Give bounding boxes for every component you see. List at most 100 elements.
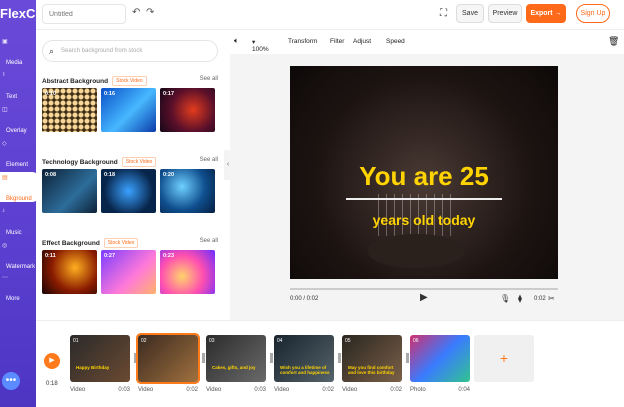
clip-meta: Video 0:02: [274, 387, 334, 393]
search-placeholder: Search background from stock: [61, 48, 143, 54]
thumb-card[interactable]: 0:16: [101, 88, 156, 132]
clip-number: 02: [141, 338, 147, 344]
save-button[interactable]: Save: [456, 4, 484, 23]
timeline-clip[interactable]: 04 Wish you a lifetime of comfort and ha…: [274, 335, 334, 382]
nav-item-media[interactable]: ▣ Media: [0, 36, 36, 66]
trash-icon[interactable]: 🗑︎: [608, 36, 619, 47]
export-button[interactable]: Export →: [526, 4, 566, 23]
transition-handle[interactable]: [270, 353, 273, 363]
nav-item-overlay[interactable]: ◫ Overlay: [0, 104, 36, 134]
mic-icon[interactable]: 🎙︎: [500, 294, 510, 303]
nav-item-watermark[interactable]: ◎ Watermark: [0, 240, 36, 270]
split-icon[interactable]: ⧫: [518, 294, 522, 303]
add-clip-button[interactable]: +: [474, 335, 534, 382]
stock-video-tag: Stock Video: [121, 157, 157, 167]
section-abstract: Abstract Background Stock Video See all …: [42, 76, 218, 132]
thumb-card[interactable]: 0:08: [42, 169, 97, 213]
video-title-line-2[interactable]: years old today: [290, 212, 558, 228]
stock-video-tag: Stock Video: [103, 238, 139, 248]
tool-transform[interactable]: Transform: [288, 38, 317, 45]
project-title-input[interactable]: [42, 4, 126, 24]
thumb-duration: 0:27: [104, 253, 116, 259]
clip-duration: 0:04: [458, 387, 470, 393]
nav-item-label: Text: [6, 94, 18, 100]
thumb-card[interactable]: 0:17: [160, 88, 215, 132]
timeline-duration: 0:18: [46, 381, 58, 387]
thumb-card[interactable]: 0:11: [42, 250, 97, 294]
transition-handle[interactable]: [134, 353, 137, 363]
clip-number: 04: [277, 338, 283, 344]
section-title: Effect Background Stock Video: [42, 238, 218, 248]
transition-handle[interactable]: [202, 353, 205, 363]
thumb-card[interactable]: 0:23: [160, 250, 215, 294]
transition-handle[interactable]: [406, 353, 409, 363]
redo-icon[interactable]: ↷: [146, 7, 154, 18]
undo-icon[interactable]: ↶: [132, 7, 140, 18]
plus-icon: +: [499, 350, 509, 366]
timeline-clip[interactable]: 01 Happy Birthday: [70, 335, 130, 382]
section-title: Technology Background Stock Video: [42, 157, 218, 167]
music-icon: ♪: [2, 208, 5, 214]
tool-filter[interactable]: Filter: [330, 38, 344, 45]
clip-caption: Cakes, gifts, and joy: [212, 365, 256, 370]
thumb-card[interactable]: 0:27: [101, 250, 156, 294]
section-title: Abstract Background Stock Video: [42, 76, 218, 86]
tool-adjust[interactable]: Adjust: [353, 38, 371, 45]
see-all-link[interactable]: See all: [200, 157, 218, 163]
nav-item-text[interactable]: T Text: [0, 70, 36, 100]
timeline-play-button[interactable]: ▶: [44, 353, 60, 369]
nav-item-label: Music: [6, 230, 22, 236]
thumb-row: 0:10 0:16 0:17: [42, 88, 215, 132]
clip-caption: Wish you a lifetime of comfort and happi…: [280, 365, 330, 375]
preview-button[interactable]: Preview: [488, 4, 522, 23]
thumb-duration: 0:20: [163, 172, 175, 178]
tool-speed[interactable]: Speed: [386, 38, 405, 45]
media-icon: ▣: [2, 39, 8, 45]
fullscreen-icon[interactable]: ⛶: [440, 8, 447, 19]
clip-caption: Happy Birthday: [76, 365, 110, 370]
video-preview[interactable]: You are 25 years old today: [290, 66, 558, 279]
video-title-line-1[interactable]: You are 25: [290, 161, 558, 192]
thumb-duration: 0:17: [163, 91, 175, 97]
section-title-text: Technology Background: [42, 158, 118, 166]
stock-video-tag: Stock Video: [112, 76, 147, 86]
scrub-bar[interactable]: [290, 288, 558, 290]
signup-button[interactable]: Sign Up: [576, 4, 610, 23]
app-logo[interactable]: FlexClip: [0, 6, 40, 21]
timeline-clip[interactable]: 03 Cakes, gifts, and joy: [206, 335, 266, 382]
thumb-duration: 0:10: [45, 91, 57, 97]
timeline-clip-selected[interactable]: 02: [136, 333, 200, 384]
nav-item-background[interactable]: ▤ Bkground: [0, 172, 40, 202]
left-nav: FlexClip ▣ Media T Text ◫ Overlay ◇ Elem…: [0, 0, 40, 407]
thumb-card[interactable]: 0:18: [101, 169, 156, 213]
search-input[interactable]: ⌕ Search background from stock: [42, 40, 218, 62]
transition-handle[interactable]: [338, 353, 341, 363]
timeline: ▶ 0:18 01 Happy Birthday Video 0:03 02 V…: [36, 320, 624, 407]
clip-duration: 0:02: [390, 387, 402, 393]
background-icon: ▤: [2, 175, 8, 181]
volume-icon[interactable]: 🔈︎: [234, 36, 239, 46]
clip-meta: Photo 0:04: [410, 387, 470, 393]
clip-type: Video: [138, 387, 154, 393]
clip-type: Video: [274, 387, 290, 393]
nav-item-more[interactable]: ⋯ More: [0, 272, 36, 302]
more-icon: ⋯: [2, 275, 8, 281]
see-all-link[interactable]: See all: [200, 238, 218, 244]
play-icon[interactable]: ▶: [420, 292, 428, 303]
overlay-icon: ◫: [2, 107, 8, 113]
edit-toolbar: 🔈︎ 100% ▾ Transform Filter Adjust Speed …: [230, 30, 624, 54]
timeline-clip[interactable]: 05 May you find comfort and love this bi…: [342, 335, 402, 382]
nav-item-label: Element: [6, 162, 29, 168]
thumb-card[interactable]: 0:10: [42, 88, 97, 132]
chat-button[interactable]: •••: [2, 372, 20, 390]
scissors-icon[interactable]: ✂: [548, 294, 555, 303]
preview-stage: You are 25 years old today 0:00 / 0:02 ▶…: [230, 54, 624, 320]
nav-item-element[interactable]: ◇ Element: [0, 138, 36, 168]
time-readout: 0:00 / 0:02: [290, 296, 319, 302]
nav-item-music[interactable]: ♪ Music: [0, 206, 36, 236]
zoom-select[interactable]: 100% ▾: [252, 38, 269, 53]
timeline-clip[interactable]: 06: [410, 335, 470, 382]
clip-duration: 0:02: [186, 387, 198, 393]
thumb-card[interactable]: 0:20: [160, 169, 215, 213]
see-all-link[interactable]: See all: [200, 76, 218, 82]
